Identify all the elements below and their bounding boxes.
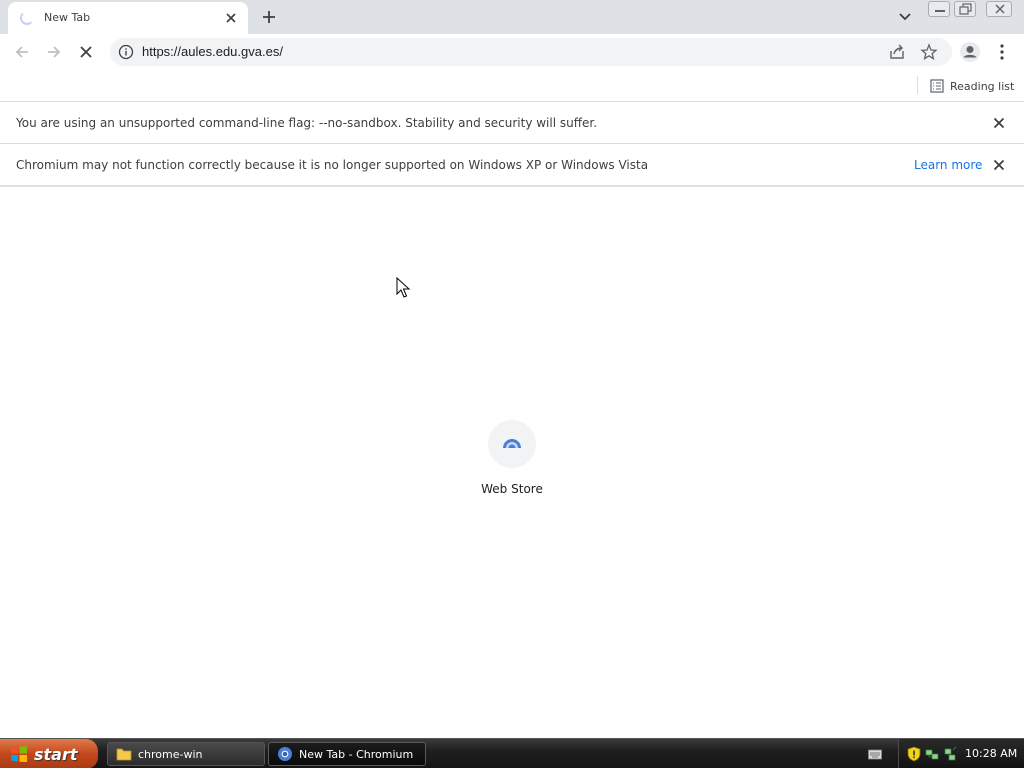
tab-search-chevron-icon[interactable] <box>895 8 915 26</box>
infobar-message: You are using an unsupported command-lin… <box>16 116 598 130</box>
forward-button[interactable] <box>42 40 66 64</box>
infobar-unsupported-os: Chromium may not function correctly beca… <box>0 144 1024 186</box>
mouse-cursor-icon <box>396 277 411 298</box>
tab-strip: New Tab <box>0 0 1024 34</box>
clock[interactable]: 10:28 AM <box>965 747 1017 760</box>
web-store-icon <box>488 420 536 468</box>
chromium-icon <box>278 747 292 761</box>
windows-logo-icon <box>11 746 27 762</box>
network-connection-icon[interactable] <box>943 746 957 762</box>
restore-window-button[interactable] <box>954 1 976 17</box>
security-shield-icon[interactable] <box>907 746 921 762</box>
folder-icon <box>116 748 132 761</box>
tab-new-tab[interactable]: New Tab <box>8 2 248 34</box>
infobar-message: Chromium may not function correctly beca… <box>16 158 649 172</box>
new-tab-page: Web Store <box>0 187 1024 738</box>
reading-list-icon <box>930 79 944 93</box>
windows-taskbar: start chrome-win New Tab - Chromium 10:2… <box>0 738 1024 768</box>
close-infobar-icon[interactable] <box>990 114 1008 132</box>
learn-more-link[interactable]: Learn more <box>914 158 982 172</box>
taskbar-item-label: chrome-win <box>138 747 203 761</box>
taskbar-item-chrome-win[interactable]: chrome-win <box>107 742 265 766</box>
bookmarks-divider <box>917 76 918 94</box>
close-infobar-icon[interactable] <box>990 156 1008 174</box>
close-window-button[interactable] <box>986 1 1012 17</box>
new-tab-button[interactable] <box>258 6 280 28</box>
share-icon[interactable] <box>888 43 906 61</box>
shortcut-label: Web Store <box>481 482 543 496</box>
profile-avatar-icon[interactable] <box>958 40 982 64</box>
stop-loading-button[interactable] <box>74 40 98 64</box>
reading-list-label: Reading list <box>950 79 1015 93</box>
close-tab-icon[interactable] <box>222 9 240 27</box>
network-icon[interactable] <box>925 746 939 762</box>
address-bar[interactable]: https://aules.edu.gva.es/ <box>110 38 952 66</box>
minimize-window-button[interactable] <box>928 1 950 17</box>
shortcut-web-store[interactable]: Web Store <box>470 417 554 507</box>
site-info-icon[interactable] <box>118 44 134 60</box>
url-text[interactable]: https://aules.edu.gva.es/ <box>142 44 283 59</box>
start-label: start <box>34 744 78 764</box>
menu-kebab-icon[interactable] <box>990 40 1014 64</box>
system-tray: 10:28 AM <box>898 739 1024 768</box>
tab-title: New Tab <box>44 11 91 24</box>
bookmark-star-icon[interactable] <box>920 43 938 61</box>
loading-spinner-icon <box>20 11 34 25</box>
back-button[interactable] <box>10 40 34 64</box>
start-button[interactable]: start <box>0 739 98 768</box>
reading-list-button[interactable]: Reading list <box>926 74 1018 98</box>
keyboard-icon[interactable] <box>868 748 882 760</box>
infobar-no-sandbox: You are using an unsupported command-lin… <box>0 102 1024 144</box>
bookmarks-bar: Reading list <box>0 70 1024 102</box>
taskbar-item-chromium[interactable]: New Tab - Chromium <box>268 742 426 766</box>
browser-toolbar: https://aules.edu.gva.es/ <box>0 34 1024 70</box>
taskbar-item-label: New Tab - Chromium <box>299 747 414 761</box>
